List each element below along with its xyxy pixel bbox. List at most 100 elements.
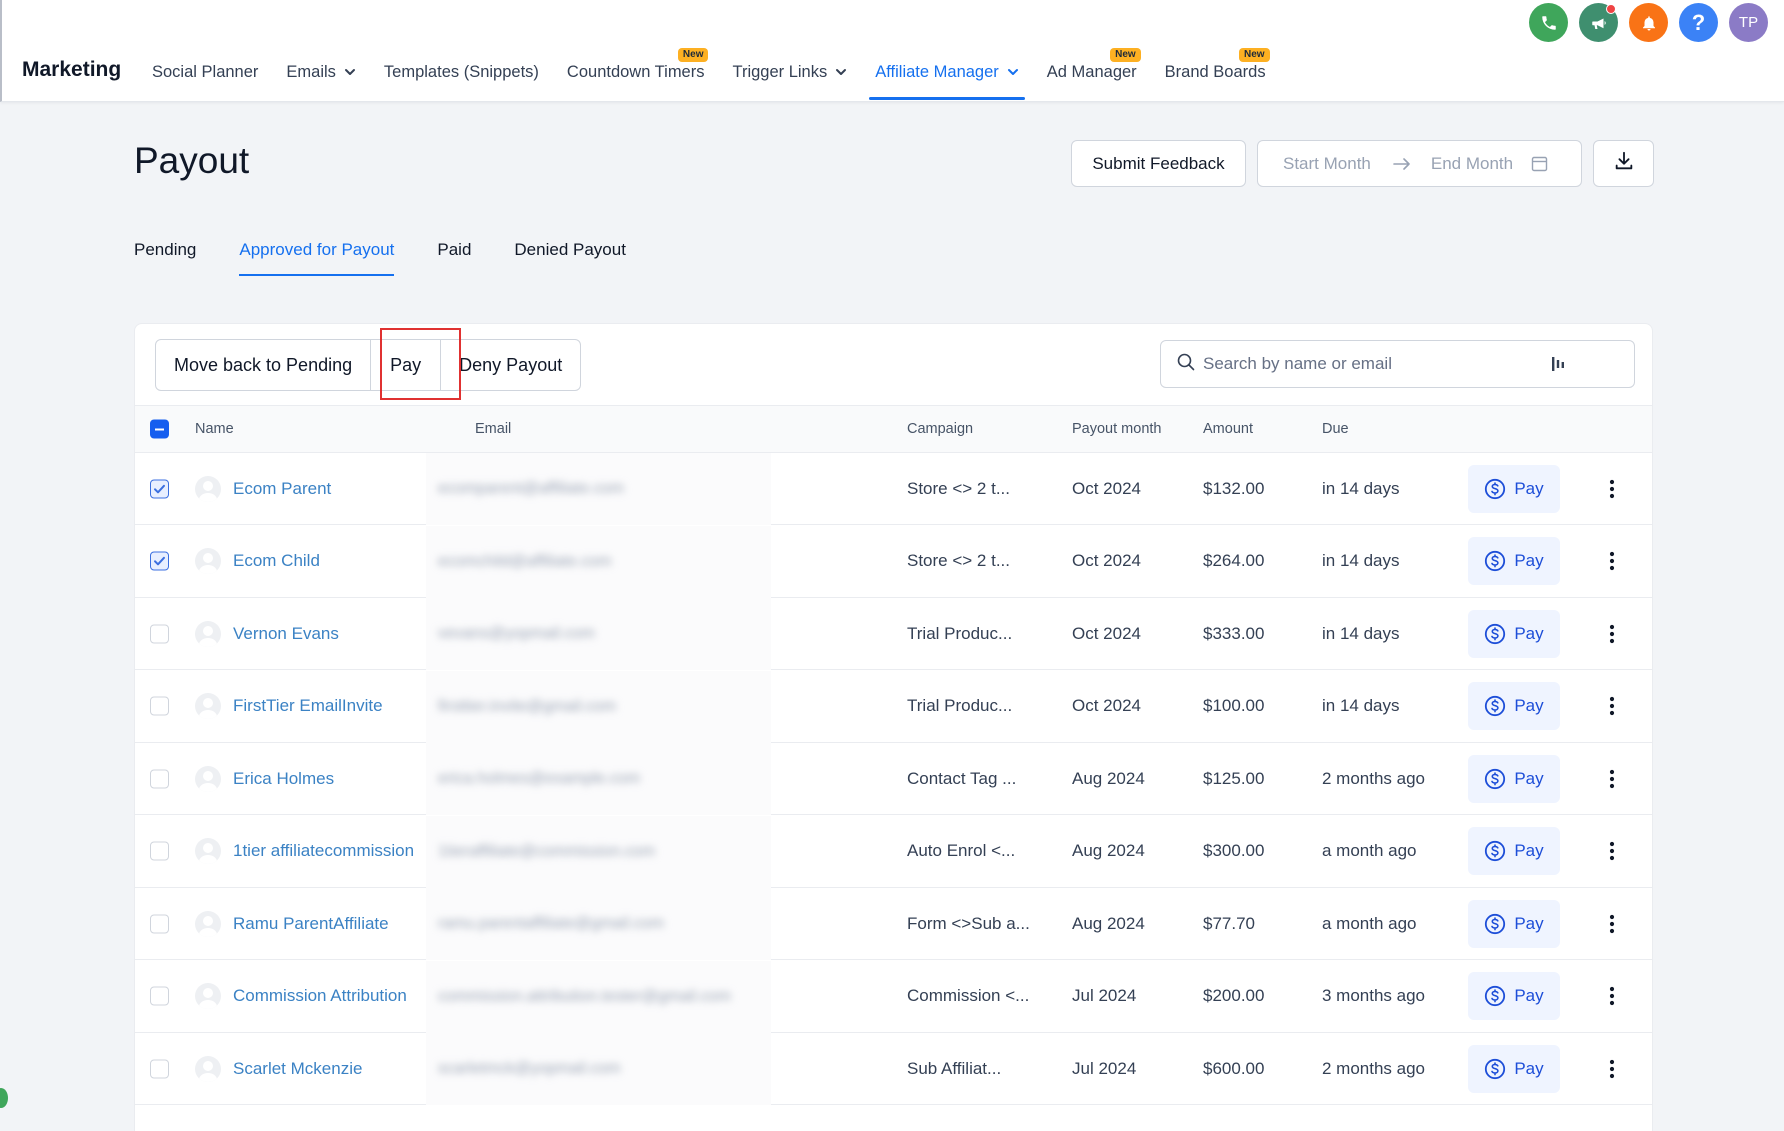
amount-cell: $125.00 <box>1203 768 1265 788</box>
columns-icon[interactable] <box>1551 356 1565 372</box>
row-pay-button[interactable]: Pay <box>1468 609 1560 658</box>
more-options-icon[interactable] <box>1600 694 1624 718</box>
affiliate-name-link[interactable]: Ecom Parent <box>233 479 331 499</box>
column-header-due[interactable]: Due <box>1322 421 1349 437</box>
email-cell: ecomparent@affiliate.com <box>426 453 771 525</box>
row-checkbox[interactable] <box>150 986 169 1006</box>
floating-widget[interactable] <box>0 1088 8 1108</box>
nav-item-emails[interactable]: Emails <box>272 0 370 102</box>
affiliate-name-link[interactable]: Ecom Child <box>233 551 320 571</box>
submit-feedback-button[interactable]: Submit Feedback <box>1071 140 1246 187</box>
table-row[interactable]: Ecom Child ecomchild@affiliate.com Store <… <box>135 525 1652 598</box>
tab-approved-for-payout[interactable]: Approved for Payout <box>239 236 394 276</box>
campaign-cell: Trial Produc... <box>907 696 1013 715</box>
search-input[interactable] <box>1203 354 1543 374</box>
row-checkbox[interactable] <box>150 479 169 498</box>
affiliate-name-link[interactable]: 1tier affiliatecommission <box>233 841 414 861</box>
more-options-icon[interactable] <box>1600 912 1624 936</box>
more-options-icon[interactable] <box>1600 1057 1624 1081</box>
column-header-name[interactable]: Name <box>195 421 234 437</box>
pay-label: Pay <box>1514 841 1544 860</box>
affiliate-name-link[interactable]: Vernon Evans <box>233 624 339 644</box>
pay-label: Pay <box>1514 768 1544 788</box>
highlight-box <box>380 328 461 400</box>
megaphone-icon[interactable] <box>1579 3 1618 42</box>
phone-icon[interactable] <box>1529 3 1568 42</box>
row-checkbox[interactable] <box>150 624 169 643</box>
nav-item-social-planner[interactable]: Social Planner <box>138 0 272 102</box>
row-pay-button[interactable]: Pay <box>1468 1044 1560 1093</box>
affiliate-name-link[interactable]: Scarlet Mckenzie <box>233 1059 362 1079</box>
dollar-circle-icon <box>1484 913 1506 935</box>
nav-item-ad-manager[interactable]: Ad Manager New <box>1033 0 1151 102</box>
nav-item-countdown-timers[interactable]: Countdown Timers New <box>553 0 719 102</box>
deny-payout-button[interactable]: Deny Payout <box>441 340 580 390</box>
more-options-icon[interactable] <box>1600 477 1624 501</box>
search-box[interactable] <box>1160 340 1635 388</box>
month-range-picker[interactable]: Start Month End Month <box>1257 140 1582 187</box>
affiliate-name-link[interactable]: FirstTier EmailInvite <box>233 696 383 716</box>
email-text: erica.holmes@example.com <box>438 770 641 787</box>
email-text: 1tieraffiliate@commission.com <box>438 842 655 860</box>
row-checkbox[interactable] <box>150 551 169 571</box>
campaign-cell: Contact Tag ... <box>907 768 1017 788</box>
table-row[interactable]: 1tier affiliatecommission 1tieraffiliate@… <box>135 815 1652 888</box>
table-row[interactable]: Erica Holmes erica.holmes@example.com Cont… <box>135 743 1652 815</box>
help-icon[interactable]: ? <box>1679 3 1718 42</box>
row-pay-button[interactable]: Pay <box>1468 899 1560 948</box>
more-options-icon[interactable] <box>1600 767 1624 791</box>
affiliate-name-link[interactable]: Commission Attribution <box>233 986 407 1006</box>
bell-icon[interactable] <box>1629 3 1668 42</box>
table-row[interactable]: Ecom Parent ecomparent@affiliate.com Store… <box>135 453 1652 525</box>
more-options-icon[interactable] <box>1600 984 1624 1008</box>
row-checkbox[interactable] <box>150 1059 169 1078</box>
column-header-campaign[interactable]: Campaign <box>907 421 973 437</box>
row-pay-button[interactable]: Pay <box>1468 754 1560 803</box>
column-header-email[interactable]: Email <box>475 421 511 437</box>
row-pay-button[interactable]: Pay <box>1468 682 1560 730</box>
select-all-checkbox[interactable] <box>150 419 169 439</box>
row-pay-button[interactable]: Pay <box>1468 827 1560 875</box>
affiliate-name-link[interactable]: Ramu ParentAffiliate <box>233 914 389 934</box>
tab-pending[interactable]: Pending <box>134 236 196 276</box>
table-header: Name Email Campaign Payout month Amount … <box>135 405 1652 453</box>
download-button[interactable] <box>1593 140 1654 187</box>
row-pay-button[interactable]: Pay <box>1468 537 1560 585</box>
user-avatar[interactable]: TP <box>1729 3 1768 42</box>
tab-paid[interactable]: Paid <box>437 236 471 276</box>
new-badge: New <box>1239 48 1270 62</box>
amount-cell: $77.70 <box>1203 913 1255 933</box>
email-text: vevans@yopmail.com <box>438 625 595 642</box>
dollar-circle-icon <box>1484 623 1506 645</box>
row-pay-button[interactable]: Pay <box>1468 972 1560 1020</box>
more-options-icon[interactable] <box>1600 622 1624 646</box>
table-row[interactable]: Scarlet Mckenzie scarletmck@yopmail.com Su… <box>135 1033 1652 1105</box>
chevron-down-icon <box>835 66 847 78</box>
end-month-field[interactable]: End Month <box>1431 154 1513 174</box>
row-pay-button[interactable]: Pay <box>1468 464 1560 513</box>
row-checkbox[interactable] <box>150 914 169 933</box>
tab-denied-payout[interactable]: Denied Payout <box>514 236 626 276</box>
more-options-icon[interactable] <box>1600 549 1624 573</box>
column-header-payout-month[interactable]: Payout month <box>1072 421 1161 437</box>
dollar-circle-icon <box>1484 478 1506 500</box>
nav-item-templates-snippets[interactable]: Templates (Snippets) <box>370 0 553 102</box>
table-row[interactable]: Vernon Evans vevans@yopmail.com Trial Prod… <box>135 598 1652 670</box>
nav-item-brand-boards[interactable]: Brand Boards New <box>1151 0 1280 102</box>
move-back-to-pending-button[interactable]: Move back to Pending <box>156 340 372 390</box>
row-checkbox[interactable] <box>150 696 169 716</box>
more-options-icon[interactable] <box>1600 839 1624 863</box>
affiliate-name-link[interactable]: Erica Holmes <box>233 769 334 789</box>
table-row[interactable]: Commission Attribution commission.attribu… <box>135 960 1652 1033</box>
table-row[interactable]: Ramu ParentAffiliate ramu.parentaffiliate… <box>135 888 1652 960</box>
payout-month-cell: Oct 2024 <box>1072 623 1141 643</box>
nav-item-affiliate-manager[interactable]: Affiliate Manager <box>861 0 1033 102</box>
row-checkbox[interactable] <box>150 841 169 861</box>
nav-item-trigger-links[interactable]: Trigger Links <box>718 0 861 102</box>
table-row[interactable]: FirstTier EmailInvite firsttier.invite@gm… <box>135 670 1652 743</box>
payout-tabs: Pending Approved for Payout Paid Denied Pay… <box>134 236 669 276</box>
column-header-amount[interactable]: Amount <box>1203 421 1253 437</box>
row-checkbox[interactable] <box>150 769 169 788</box>
start-month-field[interactable]: Start Month <box>1283 154 1371 174</box>
payout-month-cell: Oct 2024 <box>1072 696 1141 715</box>
